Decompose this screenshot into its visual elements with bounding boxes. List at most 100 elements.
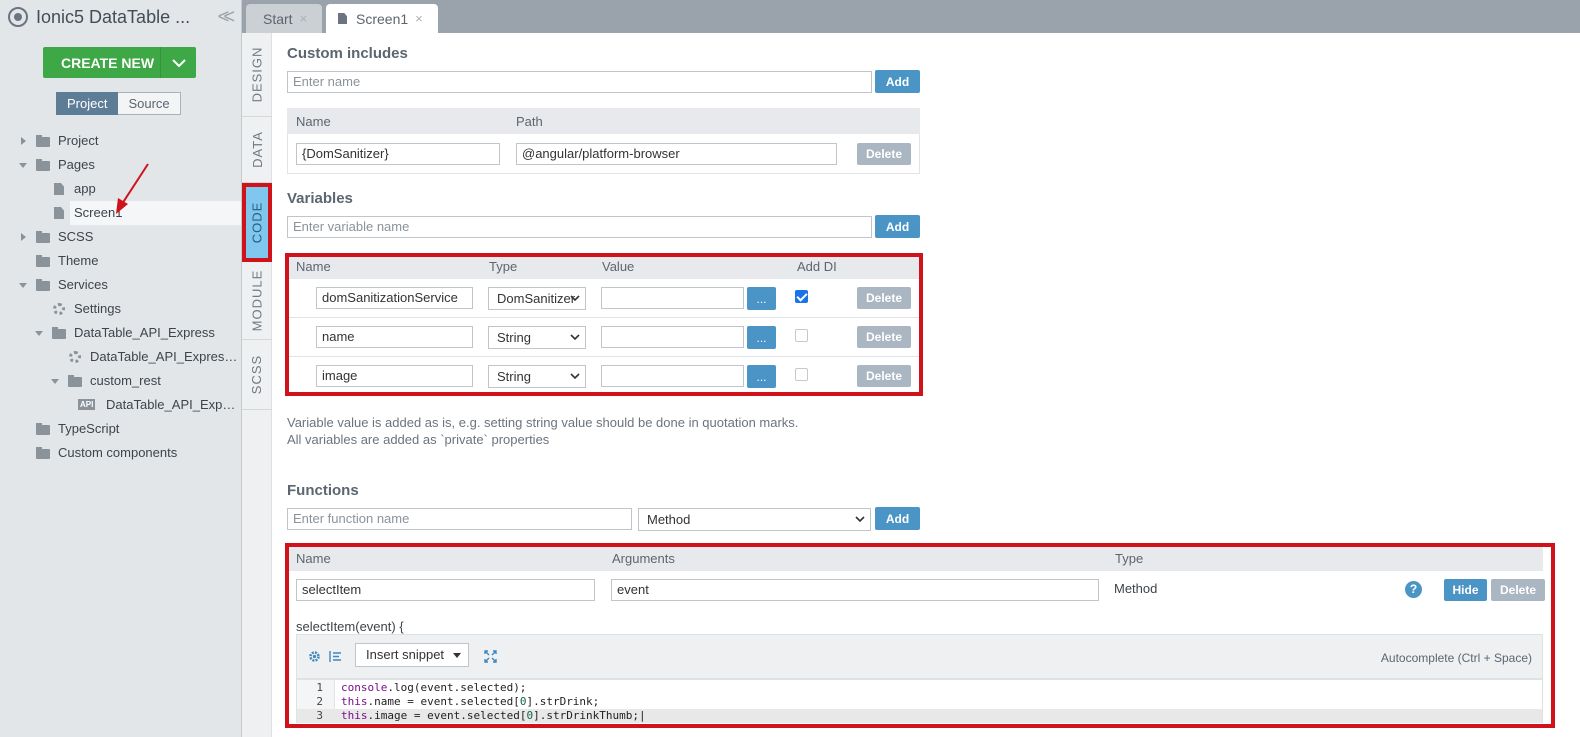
project-toggle[interactable]: Project (56, 92, 119, 115)
function-name-field[interactable]: selectItem (296, 579, 595, 601)
tab-data[interactable]: DATA (242, 117, 272, 183)
tree-item-custom-rest[interactable]: custom_rest (0, 369, 241, 393)
variable-type-select[interactable]: DomSanitizer (488, 287, 586, 310)
tree-item-datatable-api-express-s[interactable]: DataTable_API_Express_s... (0, 345, 241, 369)
tree-item-theme[interactable]: Theme (0, 249, 241, 273)
tab-code-label: CODE (249, 201, 265, 244)
variables-title: Variables (287, 190, 353, 207)
tree-item-label: Settings (74, 301, 121, 316)
function-name-input[interactable]: Enter function name (287, 508, 632, 530)
delete-variable-button[interactable]: Delete (857, 326, 911, 348)
collapsed-arrow-icon[interactable] (21, 137, 26, 145)
function-kind-select[interactable]: Method (638, 508, 871, 531)
variable-value-field[interactable] (601, 287, 744, 309)
row-divider (287, 356, 920, 357)
tab-design[interactable]: DESIGN (242, 33, 272, 117)
code-panel: Custom includes Enter name Add Name Path… (272, 33, 1580, 737)
source-toggle[interactable]: Source (118, 92, 181, 115)
folder-icon (68, 375, 82, 387)
folder-icon (36, 231, 50, 243)
close-icon[interactable]: × (415, 11, 423, 26)
code-editor[interactable]: 1 console.log(event.selected); 2 this.na… (296, 679, 1543, 723)
expanded-arrow-icon[interactable] (51, 379, 59, 384)
insert-snippet-dropdown[interactable]: Insert snippet (355, 643, 469, 667)
value-editor-button[interactable]: ... (747, 287, 776, 310)
create-new-dropdown-icon[interactable] (160, 47, 196, 78)
collapsed-arrow-icon[interactable] (21, 233, 26, 241)
line-number: 1 (316, 681, 323, 694)
expanded-arrow-icon[interactable] (19, 163, 27, 168)
variable-name-input[interactable]: Enter variable name (287, 216, 872, 238)
functions-table-header: Name Arguments Type (287, 545, 1543, 571)
tree-item-project[interactable]: Project (0, 129, 241, 153)
page-icon (338, 13, 347, 24)
add-di-checkbox[interactable] (795, 329, 808, 342)
col-arguments: Arguments (612, 551, 675, 566)
include-name-input[interactable]: Enter name (287, 71, 872, 93)
tree-item-label: Theme (58, 253, 99, 268)
folder-icon (36, 159, 50, 171)
hide-function-button[interactable]: Hide (1444, 579, 1487, 601)
value-editor-button[interactable]: ... (747, 326, 776, 349)
fullscreen-icon[interactable] (484, 650, 497, 663)
variable-name-field[interactable]: image (316, 365, 473, 387)
folder-icon (36, 423, 50, 435)
variable-name-field[interactable]: name (316, 326, 473, 348)
function-type-value: Method (1114, 581, 1158, 596)
function-arguments-field[interactable]: event (611, 579, 1099, 601)
variables-note-2: All variables are added as `private` pro… (287, 432, 550, 447)
tab-screen1-label: Screen1 (356, 10, 409, 27)
create-new-button[interactable]: CREATE NEW (43, 47, 160, 78)
tab-start-label: Start (263, 10, 293, 27)
include-name-field[interactable]: {DomSanitizer} (296, 143, 500, 165)
delete-variable-button[interactable]: Delete (857, 287, 911, 309)
value-editor-button[interactable]: ... (747, 365, 776, 388)
include-path-field[interactable]: @angular/platform-browser (516, 143, 837, 165)
format-code-icon[interactable] (328, 650, 342, 663)
variable-type-select[interactable]: String (488, 365, 586, 388)
settings-icon[interactable] (308, 650, 321, 663)
function-kind-value: Method (647, 512, 691, 527)
add-include-button[interactable]: Add (875, 70, 920, 93)
folder-icon (52, 327, 66, 339)
tree-item-datatable-api-expres[interactable]: API DataTable_API_Expres... (0, 393, 241, 417)
collapse-sidebar-icon[interactable]: << (218, 6, 236, 29)
col-value: Value (602, 259, 635, 274)
variable-value-field[interactable] (601, 326, 744, 348)
variable-value-field[interactable] (601, 365, 744, 387)
tab-scss[interactable]: SCSS (242, 340, 272, 410)
tree-item-services[interactable]: Services (0, 273, 241, 297)
delete-variable-button[interactable]: Delete (857, 365, 911, 387)
variable-type-select[interactable]: String (488, 326, 586, 349)
tab-screen1[interactable]: Screen1 × (326, 4, 438, 33)
code-line-active: 3 this.image = event.selected[0].strDrin… (297, 709, 1542, 723)
line-number: 2 (316, 695, 323, 708)
tree-item-scss[interactable]: SCSS (0, 225, 241, 249)
code-text: console.log(event.selected); (341, 681, 527, 694)
sidebar: Ionic5 DataTable ... << CREATE NEW Proje… (0, 0, 242, 737)
tree-item-settings[interactable]: Settings (0, 297, 241, 321)
add-variable-button[interactable]: Add (875, 215, 920, 238)
tab-module[interactable]: MODULE (242, 262, 272, 340)
file-icon (54, 183, 64, 195)
variable-name-field[interactable]: domSanitizationService (316, 287, 473, 309)
add-di-checkbox[interactable] (795, 368, 808, 381)
tab-start[interactable]: Start × (246, 4, 322, 33)
tab-code[interactable]: CODE (242, 183, 272, 262)
expanded-arrow-icon[interactable] (19, 283, 27, 288)
add-function-button[interactable]: Add (875, 507, 920, 530)
delete-function-button[interactable]: Delete (1491, 579, 1545, 601)
tree-item-datatable-api-express[interactable]: DataTable_API_Express (0, 321, 241, 345)
tree-item-typescript[interactable]: TypeScript (0, 417, 241, 441)
app-title: Ionic5 DataTable ... (36, 6, 191, 27)
close-icon[interactable]: × (300, 11, 308, 26)
folder-icon (36, 135, 50, 147)
tree-item-custom-components[interactable]: Custom components (0, 441, 241, 465)
variables-table-header: Name Type Value Add DI (287, 253, 920, 279)
expanded-arrow-icon[interactable] (35, 331, 43, 336)
add-di-checkbox[interactable] (795, 290, 808, 303)
delete-include-button[interactable]: Delete (857, 143, 911, 165)
help-icon[interactable]: ? (1405, 581, 1422, 598)
document-tabs: Start × Screen1 × (242, 0, 1580, 33)
tree-item-label: custom_rest (90, 373, 161, 388)
